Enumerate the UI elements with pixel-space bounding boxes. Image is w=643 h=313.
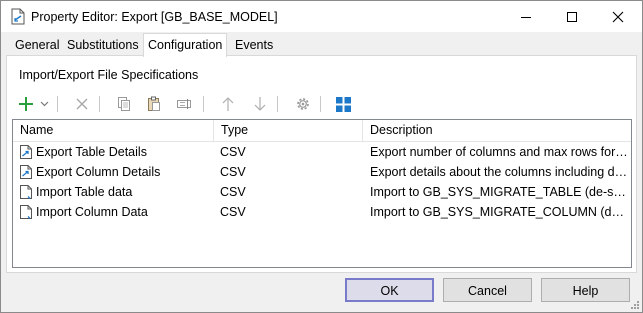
copy-icon [118,97,130,111]
maximize-button[interactable] [549,1,595,32]
dropdown-arrow-icon [40,101,48,107]
tab-substitutions[interactable]: Substitutions [66,37,140,56]
toolbar-separator [57,96,58,112]
row-name: Import Table data [36,185,133,199]
export-file-icon [20,165,32,179]
toolbar-separator [277,96,278,112]
section-title: Import/Export File Specifications [19,68,199,82]
row-type: CSV [220,145,246,159]
toolbar-separator [99,96,100,112]
ok-button[interactable]: OK [345,278,434,302]
tab-configuration[interactable]: Configuration [143,33,228,57]
column-header-description[interactable]: Description [363,120,631,141]
row-name: Export Column Details [36,165,161,179]
table-row[interactable]: Export Column Details CSV Export details… [13,162,631,182]
import-file-icon [20,185,32,199]
cancel-button[interactable]: Cancel [443,278,532,302]
grid-view-icon [335,96,351,112]
row-description: Export details about the columns includi… [370,165,628,179]
window-title: Property Editor: Export [GB_BASE_MODEL] [31,10,278,24]
move-down-button[interactable] [249,93,271,115]
move-up-icon [222,97,234,111]
tab-events[interactable]: Events [234,37,274,56]
delete-icon [76,98,88,110]
row-type: CSV [220,185,246,199]
close-button[interactable] [595,1,641,32]
row-type: CSV [220,165,246,179]
delete-button[interactable] [71,93,93,115]
table-row[interactable]: Import Column Data CSV Import to GB_SYS_… [13,202,631,222]
add-icon [19,97,33,111]
document-edit-icon [11,8,25,25]
property-editor-window: Property Editor: Export [GB_BASE_MODEL] … [0,0,643,313]
table-header: Name Type Description [13,120,631,142]
configuration-panel: Import/Export File Specifications Name T… [6,55,637,273]
close-icon [612,11,624,22]
settings-icon [297,98,309,110]
toolbar [15,93,355,115]
paste-icon [148,96,160,111]
table-row[interactable]: Export Table Details CSV Export number o… [13,142,631,162]
tab-strip: General Substitutions Configuration Even… [1,32,642,57]
toolbar-separator [203,96,204,112]
row-description: Import to GB_SYS_MIGRATE_COLUMN (de-sele… [370,205,628,219]
row-name: Import Column Data [36,205,148,219]
import-file-icon [20,205,32,219]
file-spec-table[interactable]: Name Type Description Export Table Detai… [12,119,632,268]
toolbar-separator [320,96,321,112]
tab-general[interactable]: General [14,37,60,56]
copy-button[interactable] [113,93,135,115]
row-type: CSV [220,205,246,219]
row-description: Import to GB_SYS_MIGRATE_TABLE (de-selec… [370,185,628,199]
export-file-icon [20,145,32,159]
row-description: Export number of columns and max rows fo… [370,145,628,159]
help-button[interactable]: Help [541,278,630,302]
grid-view-button[interactable] [332,93,354,115]
settings-button[interactable] [292,93,314,115]
add-button[interactable] [15,93,37,115]
rename-button[interactable] [173,93,195,115]
rename-icon [177,99,191,109]
maximize-icon [567,11,577,22]
paste-button[interactable] [143,93,165,115]
move-up-button[interactable] [217,93,239,115]
move-down-icon [254,97,266,111]
column-header-type[interactable]: Type [214,120,363,141]
title-bar[interactable]: Property Editor: Export [GB_BASE_MODEL] [1,1,642,32]
minimize-icon [521,16,531,18]
resize-grip-icon[interactable] [630,300,640,310]
row-name: Export Table Details [36,145,147,159]
column-header-name[interactable]: Name [13,120,214,141]
add-dropdown-button[interactable] [37,93,51,115]
table-row[interactable]: Import Table data CSV Import to GB_SYS_M… [13,182,631,202]
minimize-button[interactable] [503,1,549,32]
